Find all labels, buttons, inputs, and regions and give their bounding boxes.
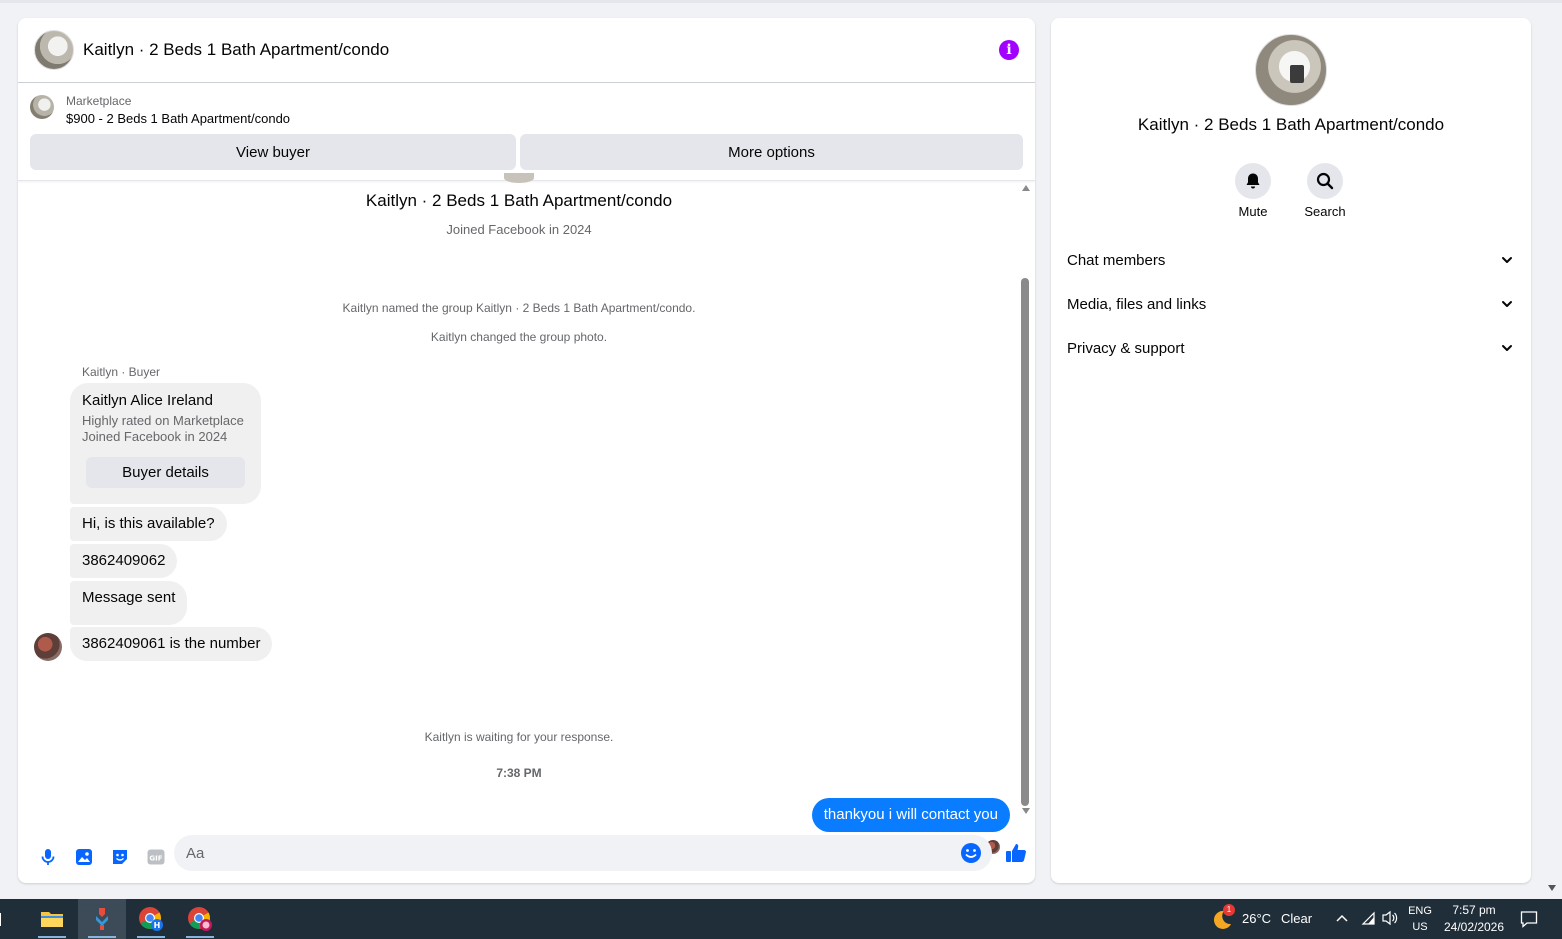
- conversation-info-panel: Kaitlyn · 2 Beds 1 Bath Apartment/condo …: [1051, 18, 1531, 883]
- section-label: Media, files and links: [1067, 295, 1207, 313]
- section-media-files-links[interactable]: Media, files and links: [1067, 284, 1515, 324]
- system-message: Kaitlyn named the group Kaitlyn · 2 Beds…: [342, 301, 696, 315]
- buyer-details-button[interactable]: Buyer details: [86, 457, 245, 488]
- listing-thumbnail: [30, 95, 54, 119]
- chrome-profile-icon[interactable]: [176, 899, 224, 939]
- buyer-rating: Highly rated on Marketplace: [82, 413, 244, 428]
- notification-icon[interactable]: [1520, 910, 1538, 933]
- message-bubble[interactable]: 3862409061 is the number: [70, 627, 273, 661]
- emoji-icon[interactable]: [956, 838, 986, 868]
- marketplace-listing: Marketplace $900 - 2 Beds 1 Bath Apartme…: [18, 83, 1035, 181]
- view-buyer-button[interactable]: View buyer: [30, 134, 516, 170]
- message-thread: Kaitlyn · 2 Beds 1 Bath Apartment/condo …: [18, 173, 1035, 854]
- thread-joined: Joined Facebook in 2024: [446, 222, 592, 237]
- system-message: Kaitlyn changed the group photo.: [430, 330, 608, 344]
- scroll-up-arrow-icon[interactable]: [1022, 185, 1030, 191]
- buyer-name: Kaitlyn Alice Ireland: [82, 392, 213, 409]
- buyer-joined: Joined Facebook in 2024: [82, 429, 228, 444]
- search-action[interactable]: Search: [1295, 163, 1355, 219]
- search-icon[interactable]: [1307, 163, 1343, 199]
- chat-panel: Kaitlyn · 2 Beds 1 Bath Apartment/condo …: [18, 18, 1035, 883]
- scroll-down-arrow-icon[interactable]: [1022, 808, 1030, 814]
- listing-row[interactable]: Marketplace $900 - 2 Beds 1 Bath Apartme…: [30, 93, 1023, 129]
- photo-icon[interactable]: [66, 839, 102, 875]
- listing-label: Marketplace: [66, 94, 132, 108]
- top-border: [0, 0, 1562, 3]
- chrome-profile-badge: H: [154, 921, 161, 930]
- clock[interactable]: 7:57 pm 24/02/2026: [1440, 902, 1508, 936]
- chevron-up-icon[interactable]: [1335, 911, 1349, 930]
- gif-icon[interactable]: GIF: [138, 839, 174, 875]
- bell-icon[interactable]: [1235, 163, 1271, 199]
- my-message-bubble[interactable]: thankyou i will contact you: [811, 798, 1010, 832]
- message-composer: GIF: [18, 830, 1035, 883]
- chevron-down-icon: [1502, 345, 1512, 351]
- panel-title: Kaitlyn · 2 Beds 1 Bath Apartment/condo: [1137, 115, 1445, 134]
- language-code: ENG: [1408, 905, 1432, 917]
- mute-label: Mute: [1238, 204, 1268, 219]
- section-chat-members[interactable]: Chat members: [1067, 240, 1515, 280]
- app-icon[interactable]: [78, 899, 126, 939]
- thread-group-name: Kaitlyn · 2 Beds 1 Bath Apartment/condo: [365, 191, 673, 210]
- listing-buttons: View buyer More options: [30, 134, 1023, 170]
- weather-badge: 1: [1223, 904, 1235, 916]
- wifi-icon[interactable]: [1360, 911, 1376, 930]
- clock-time: 7:57 pm: [1452, 903, 1496, 917]
- chat-header: Kaitlyn · 2 Beds 1 Bath Apartment/condo …: [18, 18, 1035, 83]
- section-privacy-support[interactable]: Privacy & support: [1067, 328, 1515, 368]
- message-input[interactable]: [186, 844, 956, 862]
- language-indicator[interactable]: ENG US: [1402, 903, 1438, 935]
- message-bubble[interactable]: Hi, is this available?: [70, 507, 227, 541]
- weather-temp[interactable]: 26°C: [1242, 911, 1271, 926]
- profile-photo-edge: [504, 173, 534, 183]
- windows-taskbar: H 1 26°C Clear ENG US 7:57 pm 24/02/2026: [0, 899, 1562, 939]
- mute-action[interactable]: Mute: [1223, 163, 1283, 219]
- clock-date: 24/02/2026: [1443, 920, 1505, 934]
- section-label: Chat members: [1067, 251, 1166, 269]
- page-scroll-down-icon[interactable]: [1548, 885, 1556, 891]
- language-region: US: [1412, 921, 1428, 933]
- microphone-icon[interactable]: [30, 839, 66, 875]
- timestamp: 7:38 PM: [496, 766, 542, 780]
- message-input-container: [174, 835, 992, 871]
- task-view-icon[interactable]: [0, 899, 12, 939]
- thumbs-up-icon[interactable]: [1000, 837, 1032, 869]
- info-icon[interactable]: i: [999, 40, 1019, 60]
- sender-label: Kaitlyn · Buyer: [82, 365, 161, 379]
- message-bubble[interactable]: 3862409062: [70, 544, 178, 578]
- chevron-down-icon: [1502, 301, 1512, 307]
- message-bubble[interactable]: Message sent: [70, 581, 188, 625]
- weather-desc[interactable]: Clear: [1281, 911, 1312, 926]
- section-label: Privacy & support: [1067, 339, 1185, 357]
- volume-icon[interactable]: [1381, 910, 1399, 931]
- more-options-button[interactable]: More options: [520, 134, 1023, 170]
- chevron-down-icon: [1502, 257, 1512, 263]
- file-explorer-icon[interactable]: [28, 899, 76, 939]
- listing-price-title: $900 - 2 Beds 1 Bath Apartment/condo: [66, 111, 291, 126]
- chat-title[interactable]: Kaitlyn · 2 Beds 1 Bath Apartment/condo: [83, 40, 999, 60]
- waiting-notice: Kaitlyn is waiting for your response.: [424, 730, 614, 744]
- scroll-thumb[interactable]: [1021, 278, 1029, 806]
- chrome-icon[interactable]: H: [127, 899, 175, 939]
- sender-avatar[interactable]: [34, 633, 62, 661]
- thread-scrollbar[interactable]: [1020, 183, 1032, 818]
- svg-text:GIF: GIF: [149, 854, 162, 862]
- group-profile-photo[interactable]: [1255, 34, 1327, 106]
- sticker-icon[interactable]: [102, 839, 138, 875]
- buyer-card: Kaitlyn Alice Ireland Highly rated on Ma…: [70, 383, 261, 504]
- group-avatar[interactable]: [34, 30, 74, 70]
- search-label: Search: [1304, 204, 1346, 219]
